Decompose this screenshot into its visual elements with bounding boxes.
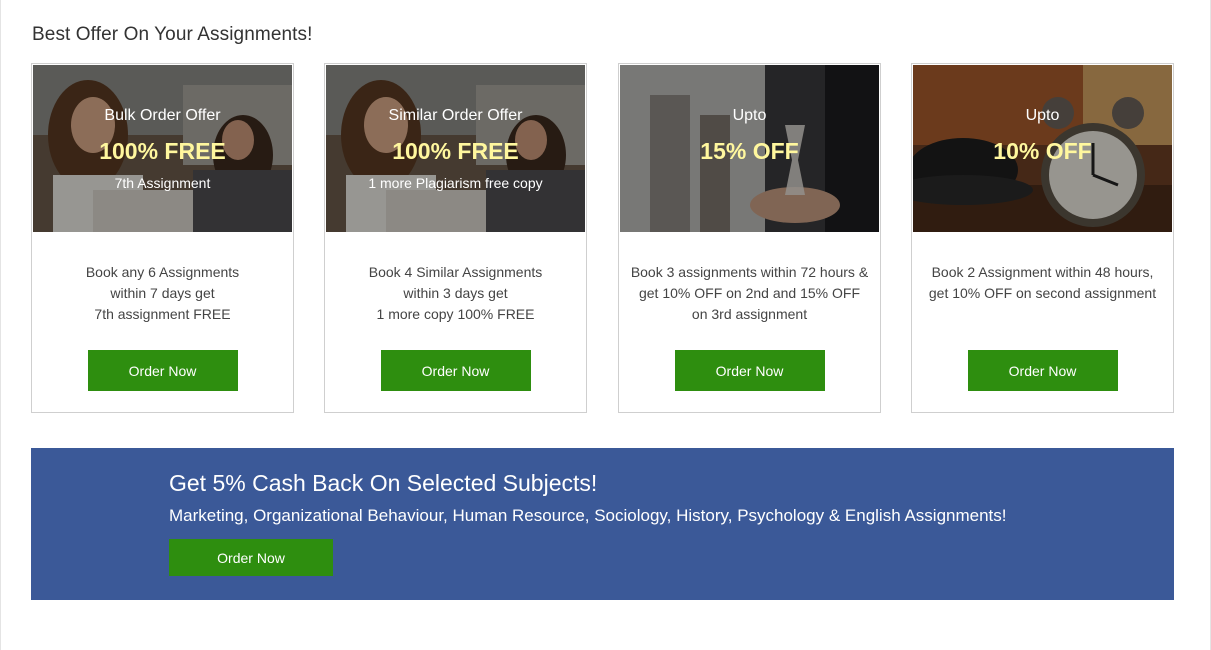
- offer-card-image: Upto 15% OFF: [620, 65, 879, 232]
- offer-description-line: within 3 days get: [403, 285, 508, 301]
- offer-description-line: Book any 6 Assignments: [85, 264, 240, 280]
- offer-title: Upto: [1025, 107, 1060, 124]
- offer-highlight: 100% FREE: [392, 138, 519, 164]
- offer-description: Book 4 Similar Assignments within 3 days…: [325, 262, 586, 325]
- offer-card-image: Upto 10% OFF: [913, 65, 1172, 232]
- banner-subtitle: Marketing, Organizational Behaviour, Hum…: [169, 506, 1007, 525]
- offer-description-line: get 10% OFF on second assignment: [928, 285, 1157, 301]
- offer-highlight: 15% OFF: [700, 138, 799, 164]
- order-now-button[interactable]: Order Now: [967, 350, 1118, 391]
- offer-description-line: Book 3 assignments within 72 hours &: [630, 264, 869, 280]
- offer-title: Bulk Order Offer: [104, 107, 221, 124]
- offer-subtitle: 7th Assignment: [114, 175, 211, 191]
- offer-subtitle: 1 more Plagiarism free copy: [368, 175, 543, 191]
- order-now-button[interactable]: Order Now: [380, 350, 531, 391]
- offer-highlight: 100% FREE: [99, 138, 226, 164]
- banner-title: Get 5% Cash Back On Selected Subjects!: [169, 470, 598, 496]
- section-title: Best Offer On Your Assignments!: [32, 24, 313, 45]
- cashback-banner: Get 5% Cash Back On Selected Subjects! M…: [31, 448, 1174, 600]
- offer-description-line: 7th assignment FREE: [94, 306, 231, 322]
- offer-card-image: Bulk Order Offer 100% FREE 7th Assignmen…: [33, 65, 292, 232]
- offer-card-15-off: Upto 15% OFF Book 3 assignments within 7…: [618, 63, 881, 413]
- offer-description-line: Book 2 Assignment within 48 hours,: [931, 264, 1154, 280]
- offer-card-10-off: Upto 10% OFF Book 2 Assignment within 48…: [911, 63, 1174, 413]
- offer-highlight: 10% OFF: [993, 138, 1092, 164]
- offer-card-image: Similar Order Offer 100% FREE 1 more Pla…: [326, 65, 585, 232]
- banner-order-now-button[interactable]: Order Now: [169, 539, 333, 576]
- offer-title: Similar Order Offer: [388, 107, 523, 124]
- offer-description-line: on 3rd assignment: [691, 306, 808, 322]
- offer-description: Book 2 Assignment within 48 hours, get 1…: [912, 262, 1173, 304]
- offer-description-line: get 10% OFF on 2nd and 15% OFF: [638, 285, 860, 301]
- offer-description: Book 3 assignments within 72 hours & get…: [619, 262, 880, 325]
- offer-card-similar: Similar Order Offer 100% FREE 1 more Pla…: [324, 63, 587, 413]
- offer-description-line: Book 4 Similar Assignments: [368, 264, 543, 280]
- offer-description: Book any 6 Assignments within 7 days get…: [32, 262, 293, 325]
- offer-card-bulk: Bulk Order Offer 100% FREE 7th Assignmen…: [31, 63, 294, 413]
- offer-title: Upto: [732, 107, 767, 124]
- order-now-button[interactable]: Order Now: [87, 350, 238, 391]
- order-now-button[interactable]: Order Now: [674, 350, 825, 391]
- offer-cards: Bulk Order Offer 100% FREE 7th Assignmen…: [31, 63, 1174, 413]
- offer-description-line: within 7 days get: [110, 285, 215, 301]
- offer-description-line: 1 more copy 100% FREE: [376, 306, 535, 322]
